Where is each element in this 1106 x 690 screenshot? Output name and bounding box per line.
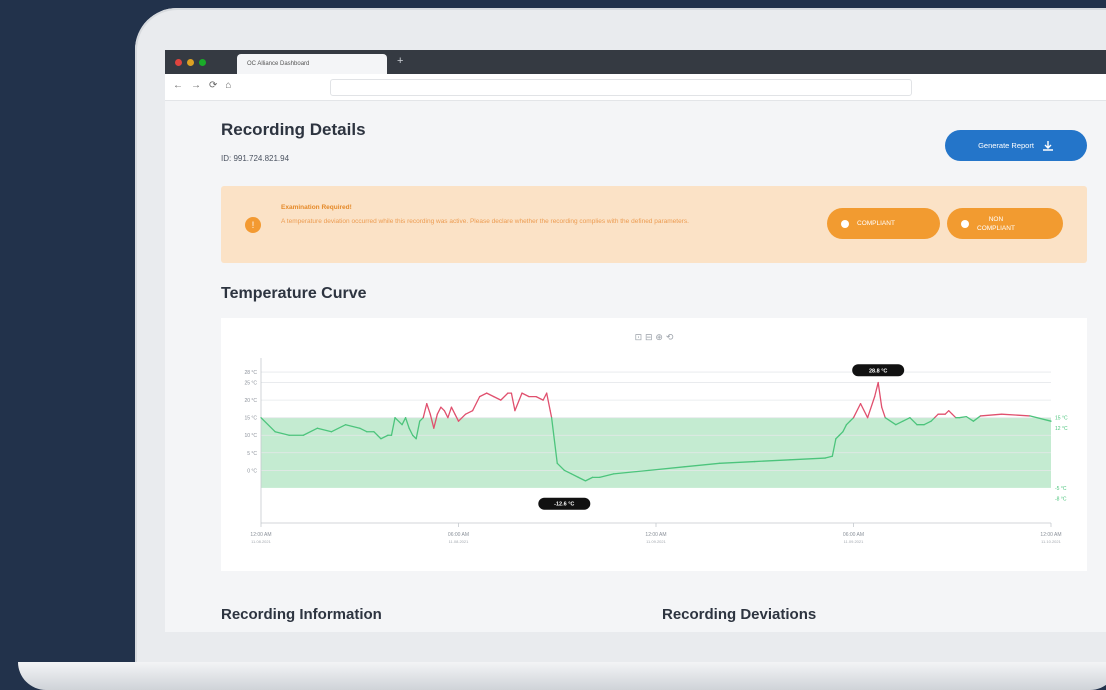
non-compliant-button[interactable]: NON COMPLIANT [947, 208, 1063, 239]
temperature-line-segment [440, 406, 446, 412]
cross-icon [961, 219, 969, 228]
warning-icon: ! [245, 217, 261, 233]
temperature-line-segment [933, 413, 939, 419]
non-compliant-label: NON COMPLIANT [977, 215, 1015, 232]
min-temperature-marker-text: -12.6 °C [554, 502, 574, 508]
x-tick-time: 06:00 AM [448, 532, 469, 538]
download-icon [1042, 140, 1053, 151]
alert-message: A temperature deviation occurred while t… [281, 218, 689, 225]
temperature-line-segment [979, 413, 1003, 417]
generate-report-button[interactable]: Generate Report [945, 130, 1087, 161]
browser-window: OC Alliance Dashboard + ← → ⟳ ⌂ Recordin… [165, 50, 1106, 632]
tab-bar: OC Alliance Dashboard + [165, 50, 1106, 74]
max-temperature-marker-text: 28.8 °C [869, 368, 887, 374]
y-tick-label: 20 °C [244, 398, 257, 404]
temperature-line-segment [859, 402, 869, 419]
temperature-line-segment [521, 392, 530, 398]
x-tick-date: 11.08.2021 [251, 539, 271, 544]
temperature-line-segment [951, 413, 957, 419]
x-tick-date: 11.10.2021 [1041, 539, 1061, 544]
limit-label: -8 °C [1055, 496, 1067, 502]
temperature-line-segment [542, 392, 548, 401]
temperature-line-segment [443, 410, 449, 419]
chart-toolbar[interactable]: ⊡ ⊟ ⊕ ⟲ [635, 333, 674, 343]
y-tick-label: 15 °C [244, 416, 257, 422]
temperature-line-segment [422, 402, 428, 419]
temperature-chart-card: ⊡ ⊟ ⊕ ⟲ 28 °C 25 °C 20 °C 15 °C 10 °C 5 °C 0 °C… [221, 318, 1087, 571]
maximize-window-button[interactable] [199, 59, 206, 66]
min-temperature-marker: -12.6 °C [538, 497, 591, 510]
x-tick-time: 06:00 AM [843, 532, 864, 538]
browser-tab[interactable]: OC Alliance Dashboard [237, 54, 387, 74]
temperature-line-segment [877, 381, 883, 408]
examination-alert: ! Examination Required! A temperature de… [221, 186, 1087, 263]
temperature-line-segment [852, 402, 862, 419]
y-tick-label: 10 °C [244, 433, 257, 439]
compliant-button[interactable]: COMPLIANT [827, 208, 940, 239]
y-tick-label: 25 °C [244, 381, 257, 387]
laptop-base [18, 662, 1106, 690]
temperature-line-segment [514, 392, 523, 412]
x-tick-date: 11.09.2021 [844, 539, 864, 544]
temperature-line-segment [464, 410, 474, 415]
recording-id: ID: 991.724.821.94 [221, 154, 290, 163]
generate-report-label: Generate Report [978, 141, 1034, 150]
temperature-line-segment [493, 395, 502, 401]
temperature-line-segment [948, 410, 953, 415]
limit-label: 15 °C [1055, 416, 1068, 422]
temperature-line-segment [546, 392, 551, 412]
alert-title: Examination Required! [281, 204, 352, 211]
temperature-line-segment [881, 406, 886, 419]
temperature-line-segment [535, 395, 544, 401]
y-tick-label: 5 °C [247, 451, 257, 457]
tab-title: OC Alliance Dashboard [247, 61, 310, 67]
y-tick-label: 0 °C [247, 468, 257, 474]
home-icon[interactable]: ⌂ [225, 80, 231, 91]
max-temperature-marker: 28.8 °C [852, 364, 905, 377]
page-title: Recording Details [221, 120, 366, 139]
new-tab-button[interactable]: + [397, 55, 403, 67]
temperature-line-segment [500, 392, 509, 401]
temperature-line-segment [874, 381, 879, 398]
temperature-line-segment [426, 402, 431, 415]
x-tick-time: 12:00 AM [250, 532, 271, 538]
temperature-chart: ⊡ ⊟ ⊕ ⟲ 28 °C 25 °C 20 °C 15 °C 10 °C 5 °C 0 °C… [244, 333, 1068, 544]
temperature-line-segment [471, 395, 481, 412]
temperature-line-segment [486, 392, 495, 398]
x-tick-date: 11.08.2021 [449, 539, 469, 544]
temperature-line-segment [510, 392, 516, 412]
x-tick-date: 11.09.2021 [646, 539, 666, 544]
recording-deviations-title: Recording Deviations [662, 606, 817, 623]
temperature-line-segment [436, 406, 442, 415]
address-bar[interactable] [330, 79, 912, 96]
reload-icon[interactable]: ⟳ [209, 80, 217, 91]
temperature-line-segment [549, 410, 553, 419]
temperature-line-segment [1000, 413, 1031, 417]
minimize-window-button[interactable] [187, 59, 194, 66]
temperature-curve-title: Temperature Curve [221, 285, 367, 302]
temperature-line-segment [450, 406, 456, 415]
x-tick-time: 12:00 AM [1040, 532, 1061, 538]
check-icon [841, 219, 849, 228]
close-window-button[interactable] [175, 59, 182, 66]
temperature-line-segment [479, 392, 488, 398]
recording-information-title: Recording Information [221, 606, 382, 623]
limit-label: -5 °C [1055, 486, 1067, 492]
back-icon[interactable]: ← [173, 80, 183, 91]
y-tick-label: 28 °C [244, 370, 257, 376]
compliant-label: COMPLIANT [857, 220, 895, 227]
window-controls [175, 59, 206, 66]
limit-label: 12 °C [1055, 426, 1068, 432]
nav-bar: ← → ⟳ ⌂ [165, 74, 1106, 101]
x-tick-time: 12:00 AM [645, 532, 666, 538]
forward-icon[interactable]: → [191, 80, 201, 91]
temperature-line-segment [944, 410, 950, 415]
temperature-line-segment [447, 406, 453, 419]
